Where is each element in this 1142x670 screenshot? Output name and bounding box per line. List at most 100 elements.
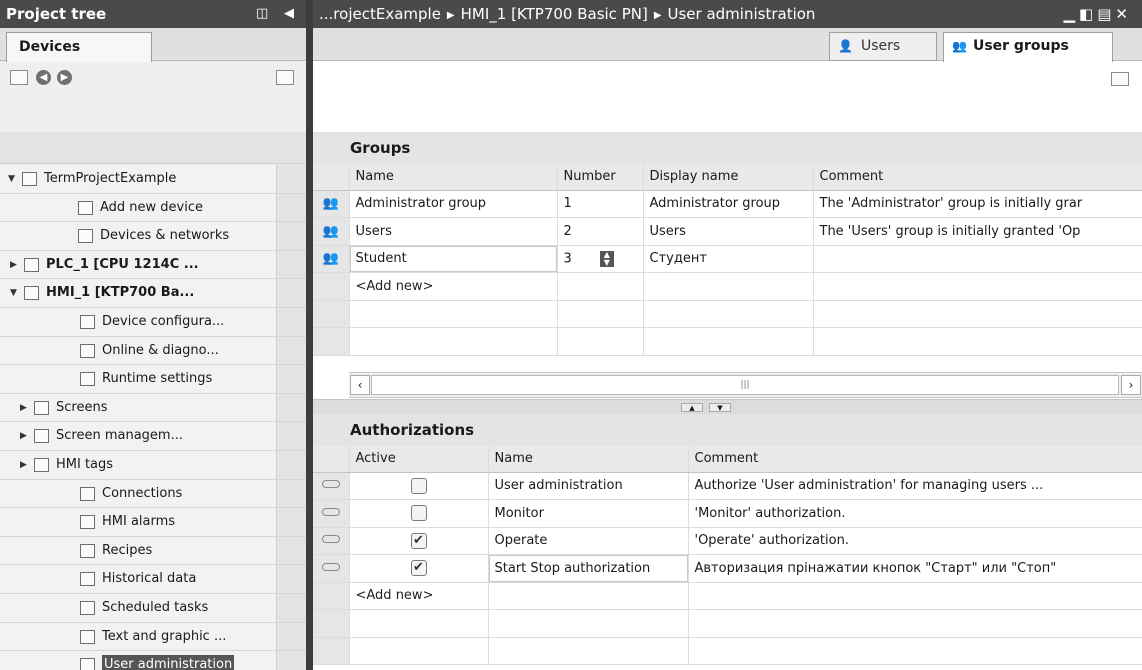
- user-group-icon: 👥: [952, 39, 967, 53]
- column-header-display-name[interactable]: Display name: [643, 164, 814, 191]
- tree-item[interactable]: Online & diagno...: [0, 336, 306, 366]
- column-header-number[interactable]: Number: [557, 164, 644, 191]
- breadcrumb-page[interactable]: User administration: [668, 5, 816, 23]
- authorization-name-cell[interactable]: Monitor: [488, 499, 689, 528]
- groups-horizontal-scrollbar[interactable]: ‹ ||| ›: [349, 372, 1142, 398]
- view-options-icon[interactable]: [276, 70, 294, 85]
- section-divider[interactable]: ▲ ▼: [313, 399, 1142, 414]
- export-icon[interactable]: [1111, 72, 1129, 86]
- new-group-icon[interactable]: [10, 70, 28, 85]
- collapse-arrow-icon[interactable]: ▶: [20, 422, 27, 450]
- collapse-arrow-icon[interactable]: ▶: [10, 251, 17, 279]
- tree-item[interactable]: User administration: [0, 651, 306, 670]
- minimize-icon[interactable]: ▁: [1064, 5, 1080, 23]
- active-checkbox[interactable]: [410, 477, 427, 494]
- table-row[interactable]: ✔ Operate 'Operate' authorization.: [313, 527, 1142, 555]
- table-row[interactable]: User administration Authorize 'User admin…: [313, 472, 1142, 500]
- group-display-name-cell[interactable]: Administrator group: [643, 190, 814, 218]
- table-row[interactable]: ✔ Start Stop authorization Авторизация прі…: [313, 554, 1142, 583]
- authorization-comment-cell[interactable]: 'Monitor' authorization.: [688, 499, 1142, 528]
- active-cell[interactable]: ✔: [349, 554, 489, 583]
- scroll-right-icon[interactable]: ›: [1121, 375, 1141, 395]
- group-comment-cell[interactable]: [813, 245, 1142, 273]
- table-row[interactable]: 👥 Users 2 Users The 'Users' group is ini…: [313, 217, 1142, 246]
- authorization-name-cell[interactable]: Operate: [488, 527, 689, 555]
- authorization-name-cell[interactable]: User administration: [488, 472, 689, 500]
- authorization-comment-cell[interactable]: Authorize 'User administration' for mana…: [688, 472, 1142, 500]
- tree-item[interactable]: HMI alarms: [0, 508, 306, 537]
- add-new-group[interactable]: <Add new>: [349, 272, 558, 301]
- close-icon[interactable]: ✕: [1115, 5, 1132, 23]
- breadcrumb-device[interactable]: HMI_1 [KTP700 Basic PN]: [461, 5, 648, 23]
- number-spinner-icon[interactable]: ▲ ▼: [599, 250, 614, 267]
- float-window-icon[interactable]: ◧: [1079, 5, 1097, 23]
- tree-item[interactable]: ▶ HMI tags: [0, 450, 306, 480]
- table-row[interactable]: 👥 Administrator group 1 Administrator gr…: [313, 190, 1142, 218]
- group-number-cell[interactable]: 3 ▲ ▼: [557, 245, 644, 273]
- active-checkbox[interactable]: ✔: [410, 532, 427, 549]
- forward-icon[interactable]: ▶: [57, 70, 72, 85]
- scroll-left-icon[interactable]: ‹: [350, 375, 370, 395]
- active-cell[interactable]: [349, 472, 489, 500]
- layout-toggle-icon[interactable]: ◫: [256, 0, 268, 28]
- active-cell[interactable]: ✔: [349, 527, 489, 555]
- panel-splitter[interactable]: [306, 0, 313, 670]
- group-name-cell[interactable]: Administrator group: [349, 190, 558, 218]
- collapse-up-icon[interactable]: ▲: [681, 403, 703, 412]
- column-header-comment[interactable]: Comment: [813, 164, 1142, 191]
- table-row[interactable]: Monitor 'Monitor' authorization.: [313, 499, 1142, 528]
- table-row[interactable]: <Add new>: [313, 582, 1142, 610]
- tree-item[interactable]: ▼ HMI_1 [KTP700 Ba...: [0, 279, 306, 308]
- tree-item[interactable]: Historical data: [0, 565, 306, 594]
- active-checkbox[interactable]: ✔: [410, 560, 427, 577]
- group-comment-cell[interactable]: The 'Administrator' group is initially g…: [813, 190, 1142, 218]
- tree-item[interactable]: Device configura...: [0, 307, 306, 337]
- breadcrumb-project[interactable]: ...rojectExample: [319, 5, 441, 23]
- group-number-cell[interactable]: 2: [557, 217, 644, 246]
- column-header-name[interactable]: Name: [349, 164, 558, 191]
- group-name-cell[interactable]: Users: [349, 217, 558, 246]
- tab-devices[interactable]: Devices: [6, 32, 152, 62]
- table-row[interactable]: <Add new>: [313, 272, 1142, 301]
- back-icon[interactable]: ◀: [36, 70, 51, 85]
- group-comment-cell[interactable]: The 'Users' group is initially granted '…: [813, 217, 1142, 246]
- tree-item[interactable]: Scheduled tasks: [0, 593, 306, 623]
- tree-item[interactable]: Connections: [0, 479, 306, 509]
- scrollbar-thumb[interactable]: |||: [371, 375, 1119, 395]
- maximize-icon[interactable]: ▤: [1097, 5, 1115, 23]
- tree-item[interactable]: ▶ Screens: [0, 393, 306, 423]
- column-header-name[interactable]: Name: [488, 446, 689, 473]
- authorization-name-cell[interactable]: Start Stop authorization: [488, 554, 689, 583]
- table-row[interactable]: 👥 Student 3 ▲ ▼ Студент: [313, 245, 1142, 273]
- column-header-active[interactable]: Active: [349, 446, 489, 473]
- collapse-arrow-icon[interactable]: ▶: [20, 451, 27, 479]
- tree-item[interactable]: Devices & networks: [0, 222, 306, 251]
- group-display-name-cell[interactable]: Users: [643, 217, 814, 246]
- authorization-comment-cell[interactable]: Авторизация прінажатии кнопок "Старт" ил…: [688, 554, 1142, 583]
- tree-item[interactable]: ▼ TermProjectExample: [0, 165, 306, 194]
- tab-user-groups[interactable]: 👥 User groups: [943, 32, 1113, 62]
- collapse-down-icon[interactable]: ▼: [709, 403, 731, 412]
- tab-users[interactable]: 👤 Users: [829, 32, 937, 61]
- tree-item[interactable]: Recipes: [0, 536, 306, 566]
- group-display-name-cell[interactable]: Студент: [643, 245, 814, 273]
- column-header-comment[interactable]: Comment: [688, 446, 1142, 473]
- add-new-authorization[interactable]: <Add new>: [349, 582, 489, 610]
- active-cell[interactable]: [349, 499, 489, 528]
- group-number-cell[interactable]: 1: [557, 190, 644, 218]
- tree-item[interactable]: Add new device: [0, 193, 306, 223]
- collapse-arrow-icon[interactable]: ▶: [20, 394, 27, 422]
- table-row: [313, 327, 1142, 356]
- tree-item[interactable]: ▶ Screen managem...: [0, 422, 306, 451]
- connections-icon: [80, 486, 95, 501]
- expand-arrow-icon[interactable]: ▼: [10, 279, 17, 307]
- tree-item[interactable]: Runtime settings: [0, 365, 306, 394]
- collapse-panel-icon[interactable]: ◀: [284, 0, 294, 28]
- authorization-comment-cell[interactable]: 'Operate' authorization.: [688, 527, 1142, 555]
- tree-item[interactable]: ▶ PLC_1 [CPU 1214C ...: [0, 250, 306, 280]
- tree-item[interactable]: Text and graphic ...: [0, 622, 306, 652]
- group-name-input[interactable]: Student: [349, 245, 558, 273]
- tree-item-label: Devices & networks: [100, 228, 230, 244]
- active-checkbox[interactable]: [410, 505, 427, 522]
- expand-arrow-icon[interactable]: ▼: [8, 165, 15, 193]
